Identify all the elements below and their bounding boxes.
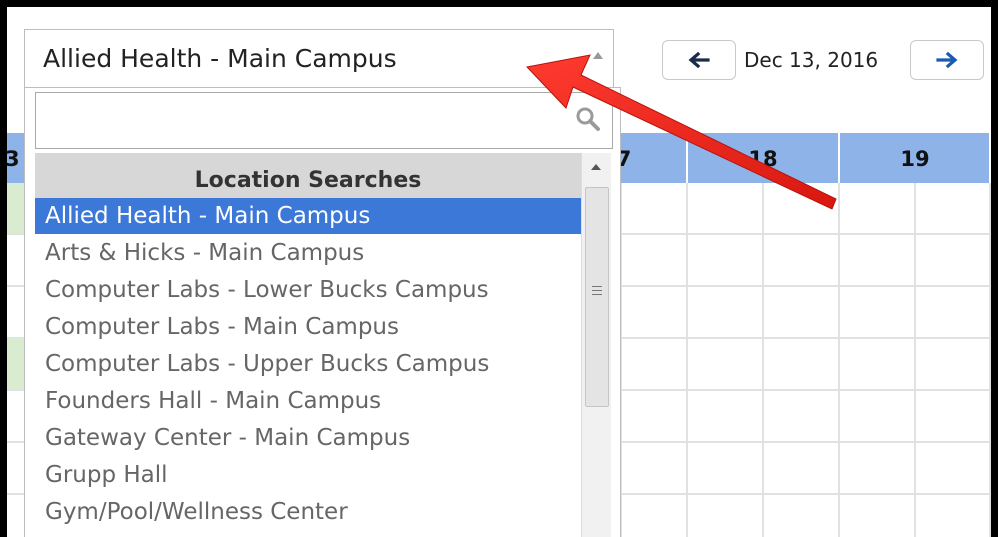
- screenshot-frame: 3 7 18 19 Dec 13, 2016 Allied Health - M…: [7, 7, 991, 537]
- location-option[interactable]: Arts & Hicks - Main Campus: [35, 235, 581, 271]
- location-option[interactable]: Gym/Pool/Wellness Center: [35, 494, 581, 530]
- grid-divider: [989, 133, 991, 183]
- day-header-18: 18: [748, 147, 778, 171]
- grid-line: [762, 183, 764, 537]
- arrow-left-icon: [688, 52, 710, 68]
- arrow-right-icon: [936, 52, 958, 68]
- scroll-up-icon[interactable]: [591, 164, 601, 170]
- grip-icon: [592, 286, 602, 298]
- next-day-button[interactable]: [910, 40, 984, 80]
- grid-divider: [838, 133, 840, 183]
- day-header-19: 19: [900, 147, 930, 171]
- location-option[interactable]: Computer Labs - Upper Bucks Campus: [35, 346, 581, 382]
- location-search-input[interactable]: [35, 92, 613, 149]
- caret-up-icon: [593, 52, 603, 59]
- scrollbar-thumb[interactable]: [585, 187, 609, 407]
- grid-line: [914, 183, 916, 537]
- current-date-label: Dec 13, 2016: [744, 48, 879, 72]
- location-select-value: Allied Health - Main Campus: [43, 44, 397, 73]
- prev-day-button[interactable]: [662, 40, 736, 80]
- location-dropdown: Location Searches Allied Health - Main C…: [24, 87, 621, 537]
- day-header-partial: 3: [7, 147, 20, 171]
- search-icon: [576, 107, 600, 131]
- option-group-header: Location Searches: [35, 153, 581, 198]
- location-option[interactable]: Allied Health - Main Campus: [35, 198, 581, 234]
- location-option[interactable]: Founders Hall - Main Campus: [35, 383, 581, 419]
- grid-line: [838, 183, 840, 537]
- location-options-list: Location Searches Allied Health - Main C…: [35, 153, 581, 537]
- location-option[interactable]: Gateway Center - Main Campus: [35, 420, 581, 456]
- location-option[interactable]: Computer Labs - Lower Bucks Campus: [35, 272, 581, 308]
- grid-line: [989, 183, 991, 537]
- location-option[interactable]: Grupp Hall: [35, 457, 581, 493]
- grid-divider: [686, 133, 688, 183]
- grid-line: [686, 183, 688, 537]
- location-option[interactable]: Computer Labs - Main Campus: [35, 309, 581, 345]
- dropdown-scrollbar[interactable]: [581, 153, 611, 537]
